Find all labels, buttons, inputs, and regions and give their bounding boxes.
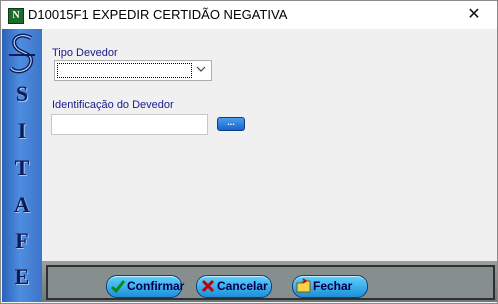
button-bar-inner: Confirmar Cancelar Fechar — [46, 265, 495, 300]
folder-icon — [296, 278, 311, 293]
button-bar: Confirmar Cancelar Fechar — [42, 261, 497, 302]
chevron-down-icon[interactable] — [194, 63, 208, 77]
sidebar-letter: I — [17, 118, 27, 143]
sidebar-letter: F — [15, 228, 29, 253]
sidebar-letter: T — [14, 155, 30, 180]
confirmar-button[interactable]: Confirmar — [106, 275, 185, 298]
tipo-devedor-select[interactable] — [54, 60, 212, 81]
fechar-label: Fechar — [313, 279, 353, 293]
title-bar[interactable]: N D10015F1 EXPEDIR CERTIDÃO NEGATIVA ✕ — [1, 1, 497, 29]
cancelar-button[interactable]: Cancelar — [196, 275, 272, 298]
window-title: D10015F1 EXPEDIR CERTIDÃO NEGATIVA — [28, 7, 288, 22]
close-button[interactable]: ✕ — [451, 1, 497, 29]
cancelar-label: Cancelar — [217, 279, 268, 293]
sidebar-letter: S — [15, 81, 29, 106]
sitafe-logo-icon — [9, 33, 35, 74]
check-icon — [110, 280, 126, 294]
select-focus-rect — [57, 63, 192, 78]
tipo-devedor-label: Tipo Devedor — [52, 47, 118, 59]
dialog-window: N D10015F1 EXPEDIR CERTIDÃO NEGATIVA ✕ S… — [0, 0, 498, 304]
lookup-button[interactable]: ... — [217, 117, 245, 131]
sitafe-sidebar: S I T A F E — [2, 29, 42, 302]
identificacao-input[interactable] — [51, 114, 208, 135]
fechar-button[interactable]: Fechar — [292, 275, 368, 298]
close-icon: ✕ — [467, 6, 481, 23]
app-icon: N — [8, 8, 24, 24]
identificacao-label: Identificação do Devedor — [52, 99, 174, 111]
sidebar-letter: A — [14, 192, 30, 217]
form-area: Tipo Devedor Identificação do Devedor ..… — [42, 29, 497, 261]
x-cancel-icon — [201, 279, 215, 293]
confirmar-label: Confirmar — [127, 279, 185, 293]
sidebar-letter: E — [14, 264, 30, 289]
